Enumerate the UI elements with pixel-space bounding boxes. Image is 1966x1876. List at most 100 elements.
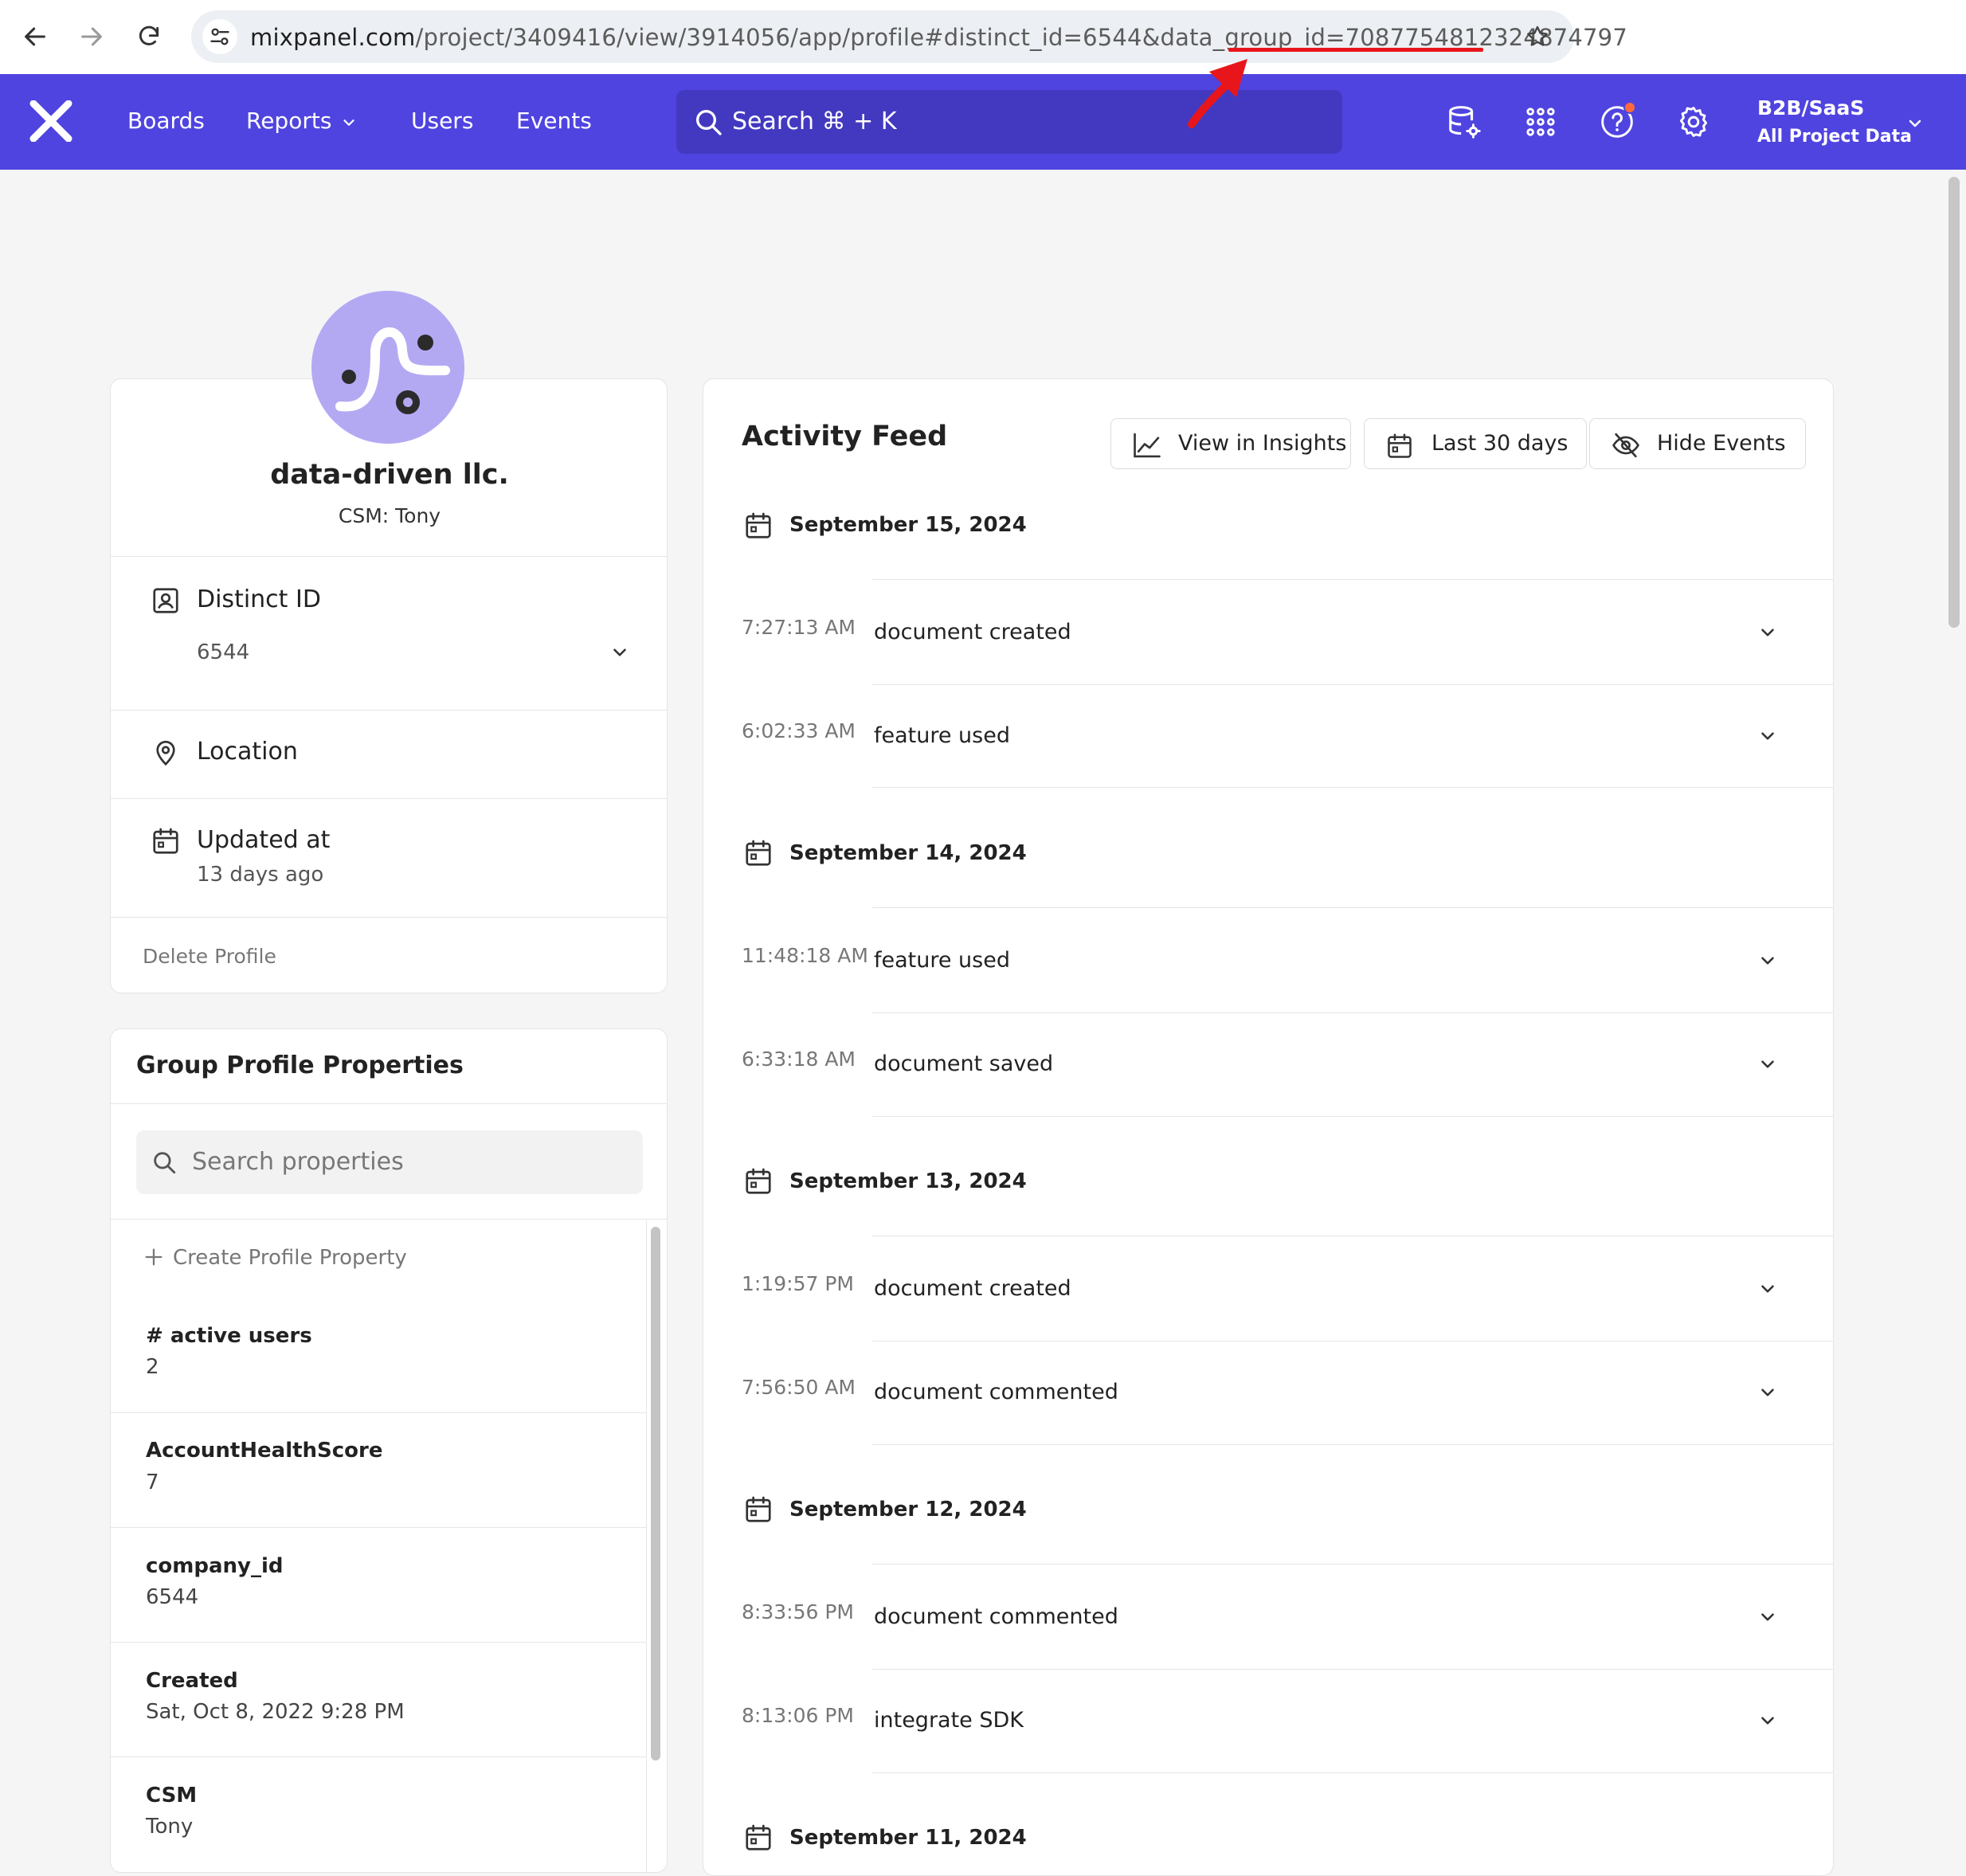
eye-off-icon: [1612, 433, 1639, 458]
url-text[interactable]: mixpanel.com/project/3409416/view/391405…: [250, 24, 1627, 51]
apps-button[interactable]: [1520, 101, 1561, 143]
nav-reports-label: Reports: [246, 108, 332, 134]
activity-feed-card: Activity Feed View in Insights Last 30 d…: [703, 378, 1834, 1876]
divider: [872, 1772, 1833, 1773]
profile-subtitle: CSM: Tony: [338, 504, 441, 527]
divider: [111, 1103, 667, 1104]
chevron-down-icon[interactable]: [1757, 726, 1778, 746]
project-name[interactable]: B2B/SaaS: [1757, 96, 1864, 119]
search-shortcut: ⌘ + K: [821, 108, 897, 135]
create-profile-property-button[interactable]: Create Profile Property: [143, 1246, 407, 1270]
nav-boards[interactable]: Boards: [127, 108, 205, 134]
back-button[interactable]: [16, 18, 54, 56]
url-group-id: 7087754812324874797: [1345, 24, 1627, 51]
properties-search-placeholder: Search properties: [192, 1148, 404, 1176]
bookmark-button[interactable]: [1518, 18, 1557, 56]
event-time: 7:56:50 AM: [742, 1376, 856, 1399]
data-management-button[interactable]: [1443, 101, 1485, 143]
database-gear-icon: [1449, 106, 1481, 139]
property-name: Created: [146, 1669, 238, 1693]
address-bar[interactable]: mixpanel.com/project/3409416/view/391405…: [191, 10, 1627, 63]
arrow-right-icon: [81, 27, 102, 46]
calendar-icon: [746, 512, 771, 539]
event-time: 6:02:33 AM: [742, 719, 856, 742]
calendar-icon: [746, 840, 771, 866]
hide-events-button[interactable]: Hide Events: [1589, 418, 1806, 469]
hide-events-label: Hide Events: [1657, 431, 1786, 456]
avatar: [311, 291, 464, 444]
chevron-down-icon[interactable]: [1757, 1279, 1778, 1299]
divider: [872, 1444, 1833, 1445]
nav-reports[interactable]: Reports: [246, 108, 331, 134]
properties-search-input[interactable]: Search properties: [136, 1130, 643, 1194]
event-time: 8:13:06 PM: [742, 1704, 854, 1727]
search-icon: [154, 1152, 176, 1174]
gear-icon: [1679, 107, 1708, 137]
arrow-left-icon: [25, 27, 45, 46]
group-properties-card: Group Profile Properties Search properti…: [110, 1028, 668, 1873]
date-range-button[interactable]: Last 30 days: [1364, 418, 1587, 469]
site-info-button[interactable]: [202, 19, 237, 54]
delete-profile-button[interactable]: Delete Profile: [143, 945, 276, 968]
event-name: document commented: [874, 1380, 1118, 1404]
chevron-down-icon[interactable]: [1757, 1054, 1778, 1075]
event-time: 1:19:57 PM: [742, 1272, 854, 1295]
annotation-underline: [1228, 48, 1483, 52]
view-in-insights-button[interactable]: View in Insights: [1110, 418, 1351, 469]
divider: [872, 787, 1833, 788]
help-button[interactable]: [1596, 101, 1638, 143]
reload-button[interactable]: [130, 18, 168, 56]
date-range-label: Last 30 days: [1431, 431, 1568, 456]
settings-button[interactable]: [1673, 101, 1714, 143]
chevron-down-icon[interactable]: [1757, 622, 1778, 643]
event-time: 7:27:13 AM: [742, 616, 856, 639]
chevron-down-icon[interactable]: [1757, 1710, 1778, 1731]
date-heading: September 14, 2024: [789, 841, 1027, 865]
project-data-view[interactable]: All Project Data: [1757, 127, 1912, 147]
properties-scrollbar-track[interactable]: [646, 1220, 647, 1872]
distinct-id-value: 6544: [197, 640, 250, 664]
group-properties-title: Group Profile Properties: [136, 1052, 464, 1079]
chevron-down-icon[interactable]: [1757, 950, 1778, 971]
calendar-icon: [746, 1824, 771, 1851]
chevron-down-icon[interactable]: [1757, 1382, 1778, 1403]
chevron-down-icon[interactable]: [1905, 114, 1925, 133]
date-heading: September 13, 2024: [789, 1169, 1027, 1193]
property-value: Tony: [146, 1815, 194, 1839]
mixpanel-logo[interactable]: [29, 100, 73, 142]
calendar-icon: [746, 1168, 771, 1194]
search-icon: [696, 110, 722, 135]
profile-name: data-driven llc.: [270, 459, 509, 491]
property-name: CSM: [146, 1784, 198, 1807]
view-in-insights-label: View in Insights: [1178, 431, 1347, 456]
nav-users[interactable]: Users: [411, 108, 473, 134]
browser-toolbar: mixpanel.com/project/3409416/view/391405…: [0, 0, 1966, 74]
divider: [111, 710, 667, 711]
updated-at-label: Updated at: [197, 826, 331, 854]
mixpanel-logo-icon: [29, 100, 72, 142]
nav-events[interactable]: Events: [516, 108, 592, 134]
star-icon: [1527, 25, 1548, 46]
activity-feed-title: Activity Feed: [742, 421, 948, 452]
property-name: # active users: [146, 1324, 312, 1348]
forward-button[interactable]: [72, 18, 111, 56]
create-profile-property-label: Create Profile Property: [173, 1246, 407, 1270]
event-name: document commented: [874, 1604, 1118, 1629]
divider: [872, 1564, 1833, 1565]
chevron-down-icon[interactable]: [609, 642, 630, 663]
property-value: 7: [146, 1471, 159, 1494]
divider: [872, 1669, 1833, 1670]
event-time: 11:48:18 AM: [742, 944, 868, 967]
calendar-icon: [1388, 433, 1412, 458]
event-time: 8:33:56 PM: [742, 1600, 854, 1623]
tune-icon: [210, 28, 229, 45]
url-domain: mixpanel.com: [250, 24, 416, 51]
chevron-down-icon[interactable]: [1757, 1607, 1778, 1627]
event-name: document created: [874, 620, 1071, 644]
event-name: feature used: [874, 948, 1010, 973]
properties-scrollbar-thumb[interactable]: [651, 1227, 660, 1760]
divider: [872, 1116, 1833, 1117]
updated-at-value: 13 days ago: [197, 863, 324, 887]
page-scrollbar-thumb[interactable]: [1948, 177, 1960, 628]
app-header: Boards Reports Users Events Search ⌘ + K: [0, 74, 1966, 170]
